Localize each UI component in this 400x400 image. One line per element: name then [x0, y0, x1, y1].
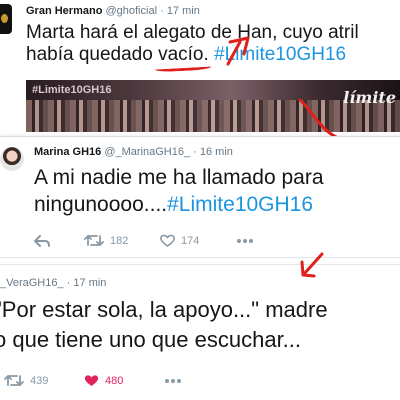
heart-icon — [84, 375, 99, 386]
like-count: 480 — [105, 374, 124, 387]
tweet-text: "Por estar sola, la apoyo..." madre o qu… — [0, 295, 400, 355]
retweet-button[interactable]: 182 — [84, 234, 160, 247]
author-handle[interactable]: @ghoficial — [105, 5, 157, 17]
tweet-text: Marta hará el alegato de Han, cuyo atril… — [26, 22, 398, 66]
timestamp[interactable]: 17 min — [73, 277, 106, 289]
avatar[interactable] — [0, 4, 12, 34]
more-button[interactable] — [236, 238, 254, 244]
tweet-gran-hermano[interactable]: Gran Hermano @ghoficial · 17 min Marta h… — [0, 0, 400, 132]
show-logo: límite — [343, 88, 396, 107]
author-handle[interactable]: _VeraGH16_ — [0, 277, 64, 289]
author-name[interactable]: Marina GH16 — [34, 146, 101, 158]
like-count: 174 — [181, 234, 200, 247]
tweet-text-line: o que tiene uno que escuchar... — [0, 327, 302, 352]
tweet-text-segment: había quedado — [26, 44, 159, 65]
author-name[interactable]: Gran Hermano — [26, 5, 102, 17]
tweet-header: Gran Hermano @ghoficial · 17 min — [26, 5, 200, 17]
underlined-word: vacío. — [158, 44, 209, 65]
tweet-text-line: "Por estar sola, la apoyo..." madre — [0, 297, 328, 322]
more-icon — [237, 238, 253, 243]
like-button[interactable]: 480 — [84, 374, 164, 387]
heart-icon — [160, 234, 175, 247]
reply-icon — [34, 234, 50, 247]
tweet-header: Marina GH16 @_MarinaGH16_ · 16 min — [34, 146, 233, 158]
tweet-actions: 182 174 — [34, 234, 254, 247]
timestamp[interactable]: 16 min — [200, 146, 233, 158]
retweet-count: 182 — [110, 234, 129, 247]
timestamp[interactable]: 17 min — [167, 5, 200, 17]
tweet-text-line: Marta hará el alegato de Han, cuyo atril — [26, 22, 359, 43]
tweet-actions: 439 480 — [4, 374, 182, 387]
retweet-count: 439 — [30, 374, 49, 387]
like-button[interactable]: 174 — [160, 234, 236, 247]
tweet-text-line: había quedado vacío. #Limite10GH16 — [26, 44, 398, 66]
author-handle[interactable]: @_MarinaGH16_ — [104, 146, 190, 158]
tweet-header: _VeraGH16_ · 17 min — [0, 277, 107, 289]
more-icon — [165, 378, 181, 383]
hashtag-link[interactable]: #Limite10GH16 — [167, 193, 313, 216]
retweet-icon — [84, 235, 104, 246]
tweet-media-image[interactable]: #Limite10GH16 límite — [26, 80, 400, 132]
hashtag-link[interactable]: #Limite10GH16 — [214, 44, 346, 65]
retweet-button[interactable]: 439 — [4, 374, 84, 387]
reply-button[interactable] — [34, 234, 84, 247]
more-button[interactable] — [164, 378, 182, 384]
retweet-icon — [4, 375, 24, 386]
media-hashtag-overlay: #Limite10GH16 — [32, 84, 112, 96]
avatar[interactable] — [0, 147, 24, 171]
tweet-text: A mi nadie me ha llamado para ningunoooo… — [34, 164, 398, 218]
